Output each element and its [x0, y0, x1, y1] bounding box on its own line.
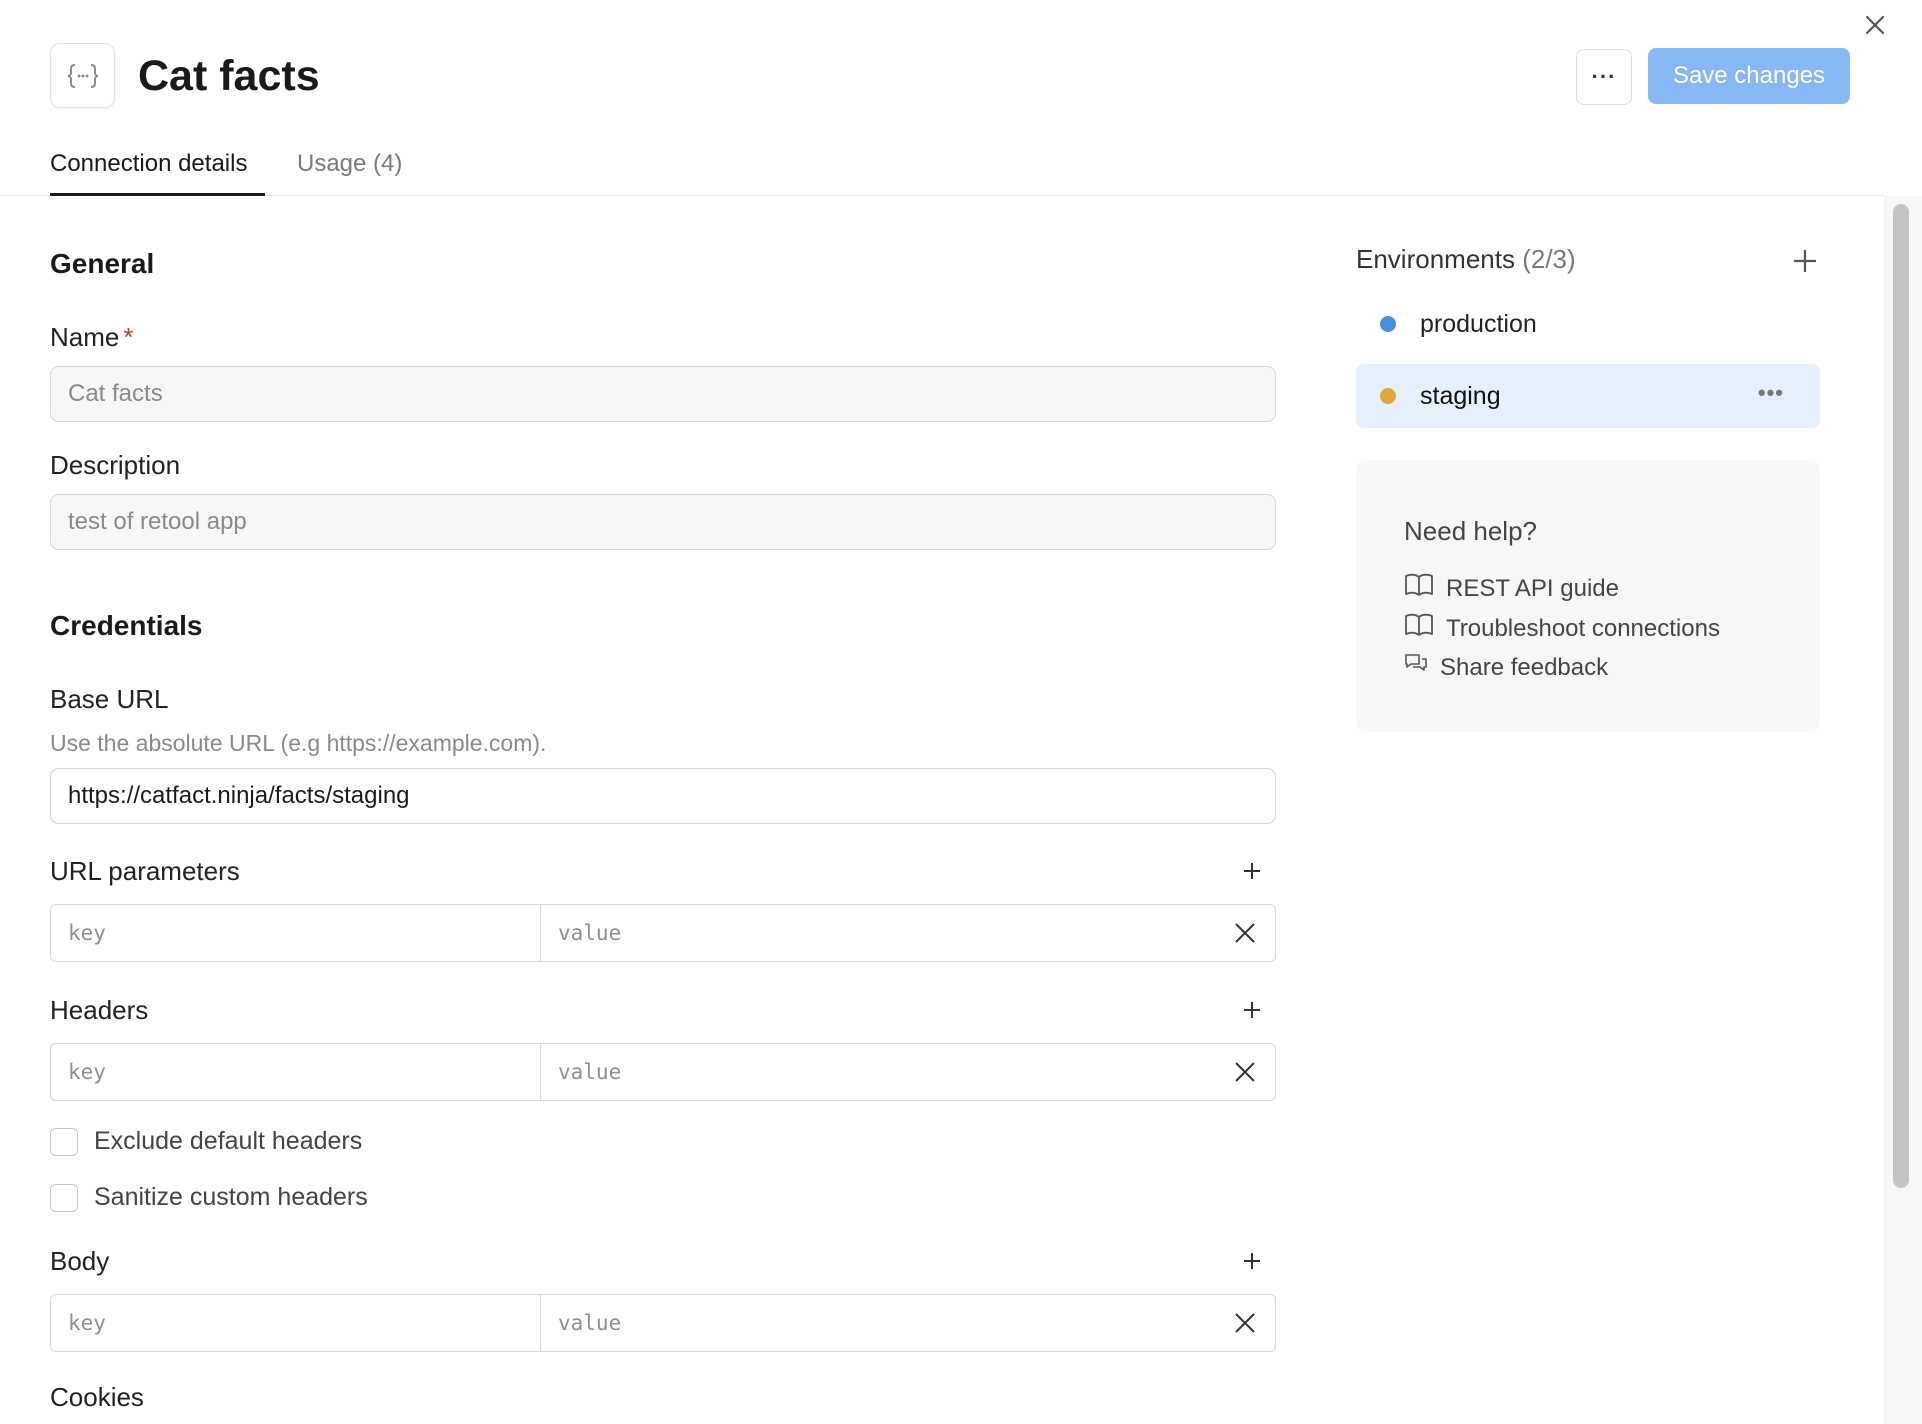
- header-row: key value: [50, 1043, 1276, 1101]
- name-label: Name *: [50, 322, 133, 353]
- url-parameter-value-input[interactable]: value: [541, 905, 1215, 961]
- help-link-label: Troubleshoot connections: [1446, 614, 1720, 642]
- sanitize-custom-headers-row[interactable]: Sanitize custom headers: [50, 1183, 368, 1212]
- environment-more-icon[interactable]: •••: [1758, 380, 1784, 406]
- api-braces-icon: [50, 43, 115, 108]
- remove-body-param-icon[interactable]: [1215, 1295, 1275, 1351]
- add-header-icon[interactable]: [1238, 996, 1266, 1024]
- help-link-rest-api-guide[interactable]: REST API guide: [1404, 572, 1619, 605]
- environment-item-staging[interactable]: staging •••: [1356, 364, 1820, 428]
- cookies-label: Cookies: [50, 1382, 144, 1412]
- base-url-field[interactable]: https://catfact.ninja/facts/staging: [50, 768, 1276, 824]
- more-options-button[interactable]: ···: [1576, 49, 1632, 105]
- required-asterisk: *: [123, 322, 134, 352]
- save-changes-button[interactable]: Save changes: [1648, 48, 1850, 104]
- book-icon: [1404, 572, 1446, 605]
- environment-dot: [1380, 316, 1396, 332]
- help-title: Need help?: [1404, 516, 1537, 546]
- exclude-default-headers-row[interactable]: Exclude default headers: [50, 1127, 362, 1156]
- name-field[interactable]: Cat facts: [50, 366, 1276, 422]
- general-section-title: General: [50, 248, 155, 279]
- page-title: Cat facts: [138, 52, 320, 100]
- environment-name: staging: [1420, 381, 1501, 410]
- description-label: Description: [50, 450, 181, 480]
- name-label-text: Name: [50, 322, 120, 352]
- environment-dot: [1380, 388, 1396, 404]
- body-row: key value: [50, 1294, 1276, 1352]
- add-url-parameter-icon[interactable]: [1238, 857, 1266, 885]
- base-url-hint: Use the absolute URL (e.g https://exampl…: [50, 730, 547, 756]
- remove-url-parameter-icon[interactable]: [1215, 905, 1275, 961]
- environment-name: production: [1420, 309, 1537, 338]
- environments-count: (2/3): [1522, 244, 1576, 274]
- exclude-default-headers-checkbox[interactable]: [50, 1127, 78, 1156]
- description-field[interactable]: test of retool app: [50, 494, 1276, 550]
- header-key-input[interactable]: key: [51, 1044, 541, 1100]
- help-link-troubleshoot-connections[interactable]: Troubleshoot connections: [1404, 612, 1720, 645]
- sanitize-custom-headers-label: Sanitize custom headers: [94, 1183, 368, 1211]
- chat-icon: [1404, 652, 1440, 683]
- page-header: Cat facts ··· Save changes Connection de…: [0, 0, 1884, 196]
- remove-header-icon[interactable]: [1215, 1044, 1275, 1100]
- body-value-input[interactable]: value: [541, 1295, 1215, 1351]
- help-panel: Need help? REST API guide Troubleshoot c…: [1356, 460, 1820, 732]
- add-body-param-icon[interactable]: [1238, 1247, 1266, 1275]
- environment-item-production[interactable]: production: [1356, 292, 1820, 356]
- credentials-section-title: Credentials: [50, 610, 203, 641]
- header-value-input[interactable]: value: [541, 1044, 1215, 1100]
- url-parameter-key-input[interactable]: key: [51, 905, 541, 961]
- tab-usage[interactable]: Usage (4): [297, 148, 402, 196]
- url-parameter-row: key value: [50, 904, 1276, 962]
- scrollbar-thumb[interactable]: [1893, 204, 1909, 1188]
- environments-title-text: Environments: [1356, 244, 1515, 274]
- base-url-label: Base URL: [50, 684, 169, 714]
- body-key-input[interactable]: key: [51, 1295, 541, 1351]
- sanitize-custom-headers-checkbox[interactable]: [50, 1183, 78, 1212]
- help-link-label: REST API guide: [1446, 574, 1619, 602]
- exclude-default-headers-label: Exclude default headers: [94, 1127, 363, 1155]
- body-label: Body: [50, 1246, 110, 1276]
- help-link-label: Share feedback: [1440, 653, 1609, 681]
- help-link-share-feedback[interactable]: Share feedback: [1404, 652, 1608, 683]
- environments-title: Environments (2/3): [1356, 244, 1576, 275]
- tab-connection-details[interactable]: Connection details: [50, 148, 265, 196]
- headers-label: Headers: [50, 995, 149, 1025]
- add-environment-icon[interactable]: [1788, 244, 1822, 278]
- book-icon: [1404, 612, 1446, 645]
- url-parameters-label: URL parameters: [50, 856, 240, 886]
